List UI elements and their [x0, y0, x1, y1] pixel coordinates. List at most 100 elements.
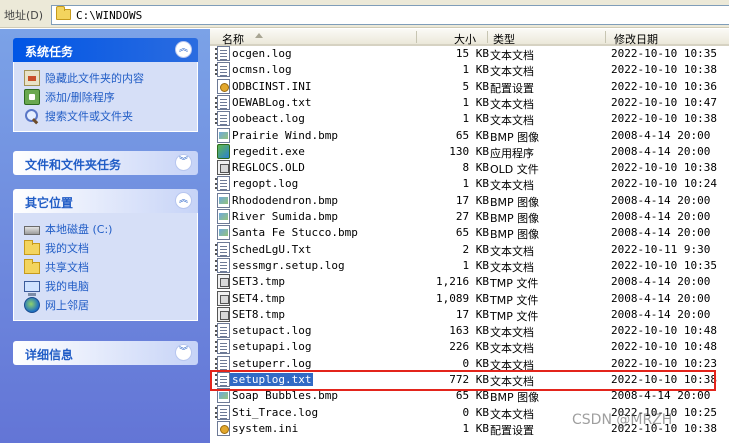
file-type: 文本文档 — [490, 358, 534, 372]
file-row[interactable]: setuplog.txt 772 KB 文本文档 2022-10-10 10:38 — [210, 372, 729, 388]
computer-icon — [24, 280, 40, 296]
file-row[interactable]: ocgen.log 15 KB 文本文档 2022-10-10 10:35 — [210, 46, 729, 62]
file-name: ocmsn.log — [232, 63, 292, 77]
file-type: 配置设置 — [490, 423, 534, 437]
file-row[interactable]: SchedLgU.Txt 2 KB 文本文档 2022-10-11 9:30 — [210, 241, 729, 258]
image-file-icon — [217, 209, 230, 224]
expand-chevron-icon[interactable]: ︾ — [175, 344, 192, 361]
file-row[interactable]: ODBCINST.INI 5 KB 配置设置 2022-10-10 10:36 — [210, 78, 729, 95]
file-folder-tasks-header[interactable]: 文件和文件夹任务 ︾ — [13, 151, 198, 175]
text-file-icon — [215, 339, 230, 355]
text-file-icon — [215, 404, 230, 420]
file-size: 1 KB — [462, 177, 490, 191]
file-row[interactable]: Rhododendron.bmp 17 KB BMP 图像 2008-4-14 20:… — [210, 192, 729, 209]
column-type[interactable]: 类型 — [493, 31, 515, 46]
file-name: Rhododendron.bmp — [232, 193, 338, 207]
file-name: system.ini — [232, 421, 299, 435]
place-shared-documents[interactable]: 共享文档 — [24, 257, 197, 276]
file-folder-tasks-group: 文件和文件夹任务 ︾ — [13, 151, 198, 175]
watermark: CSDN @MRZH — [572, 412, 673, 428]
file-row[interactable]: Santa Fe Stucco.bmp 65 KB BMP 图像 2008-4-14 … — [210, 225, 729, 241]
file-row[interactable]: setupapi.log 226 KB 文本文档 2022-10-10 10:48 — [210, 339, 729, 355]
file-name: Sti_Trace.log — [232, 405, 319, 419]
file-row[interactable]: setuperr.log 0 KB 文本文档 2022-10-10 10:23 — [210, 355, 729, 372]
file-name: setupact.log — [232, 324, 312, 338]
other-places-group: 其它位置 ︽ 本地磁盘 (C:) 我的文档 共享文档 我的电脑 网上邻居 — [13, 189, 198, 321]
file-name: Prairie Wind.bmp — [232, 128, 338, 142]
application-icon — [217, 143, 230, 159]
file-name: River Sumida.bmp — [232, 210, 338, 223]
place-local-disk[interactable]: 本地磁盘 (C:) — [24, 219, 197, 238]
task-hide-folder-contents[interactable]: 隐藏此文件夹的内容 — [24, 68, 197, 87]
drive-icon — [24, 226, 40, 235]
file-modified: 2008-4-14 20:00 — [611, 210, 711, 223]
file-row[interactable]: SET3.tmp 1,216 KB TMP 文件 2008-4-14 20:00 — [210, 274, 729, 290]
place-my-computer[interactable]: 我的电脑 — [24, 276, 197, 296]
file-size: 65 KB — [455, 128, 489, 142]
file-modified: 2022-10-10 10:38 — [611, 63, 717, 77]
file-row[interactable]: oobeact.log 1 KB 文本文档 2022-10-10 10:38 — [210, 111, 729, 127]
share-folder-icon — [24, 69, 40, 86]
file-name: Santa Fe Stucco.bmp — [232, 226, 358, 240]
file-row[interactable]: regedit.exe 130 KB 应用程序 2008-4-14 20:00 — [210, 143, 729, 160]
group-title: 文件和文件夹任务 — [25, 158, 122, 172]
file-modified: 2008-4-14 20:00 — [611, 307, 711, 321]
text-file-icon — [215, 241, 230, 257]
place-my-documents[interactable]: 我的文档 — [24, 238, 197, 257]
file-name: setupapi.log — [232, 340, 312, 354]
column-size[interactable]: 大小 — [454, 31, 476, 46]
other-places-header[interactable]: 其它位置 ︽ — [13, 189, 198, 213]
file-type: BMP 图像 — [490, 195, 540, 209]
add-remove-programs-icon — [24, 88, 40, 105]
file-modified: 2022-10-11 9:30 — [611, 242, 711, 256]
column-divider[interactable] — [487, 31, 488, 43]
task-label: 添加/删除程序 — [45, 90, 115, 104]
file-type: BMP 图像 — [490, 391, 540, 405]
task-search[interactable]: 搜索文件或文件夹 — [24, 106, 197, 125]
task-label: 共享文档 — [45, 260, 89, 274]
address-input[interactable]: C:\WINDOWS — [51, 5, 729, 25]
file-type: TMP 文件 — [490, 309, 539, 323]
task-add-remove-programs[interactable]: 添加/删除程序 — [24, 87, 197, 106]
file-row[interactable]: Soap Bubbles.bmp 65 KB BMP 图像 2008-4-14 20:… — [210, 388, 729, 404]
file-modified: 2008-4-14 20:00 — [611, 226, 711, 240]
file-row[interactable]: Prairie Wind.bmp 65 KB BMP 图像 2008-4-14 20:… — [210, 127, 729, 144]
file-row[interactable]: ocmsn.log 1 KB 文本文档 2022-10-10 10:38 — [210, 62, 729, 78]
file-type: 文本文档 — [490, 260, 534, 274]
file-type: OLD 文件 — [490, 163, 539, 177]
collapse-chevron-icon[interactable]: ︽ — [175, 41, 192, 58]
file-row[interactable]: SET4.tmp 1,089 KB TMP 文件 2008-4-14 20:00 — [210, 290, 729, 307]
system-tasks-header[interactable]: 系统任务 ︽ — [13, 38, 198, 62]
file-row[interactable]: OEWABLog.txt 1 KB 文本文档 2022-10-10 10:47 — [210, 94, 729, 111]
text-file-icon — [215, 111, 230, 127]
file-type: 文本文档 — [490, 114, 534, 128]
file-row[interactable]: REGLOCS.OLD 8 KB OLD 文件 2022-10-10 10:38 — [210, 160, 729, 176]
file-row[interactable]: SET8.tmp 17 KB TMP 文件 2008-4-14 20:00 — [210, 306, 729, 323]
file-size: 772 KB — [449, 373, 489, 386]
column-divider[interactable] — [416, 31, 417, 43]
file-size: 1 KB — [462, 421, 490, 435]
file-modified: 2008-4-14 20:00 — [611, 144, 711, 158]
column-modified[interactable]: 修改日期 — [614, 31, 658, 46]
collapse-chevron-icon[interactable]: ︽ — [175, 192, 192, 209]
file-name: Soap Bubbles.bmp — [232, 389, 338, 403]
file-row[interactable]: setupact.log 163 KB 文本文档 2022-10-10 10:48 — [210, 323, 729, 339]
column-divider[interactable] — [605, 31, 606, 43]
place-network[interactable]: 网上邻居 — [24, 295, 197, 314]
file-size: 1 KB — [462, 258, 490, 272]
file-row[interactable]: regopt.log 1 KB 文本文档 2022-10-10 10:24 — [210, 176, 729, 192]
expand-chevron-icon[interactable]: ︾ — [175, 154, 192, 171]
file-size: 8 KB — [462, 161, 490, 175]
task-pane: 系统任务 ︽ 隐藏此文件夹的内容 添加/删除程序 搜索文件或文件夹 文件和文件夹… — [0, 29, 210, 443]
file-row[interactable]: River Sumida.bmp 27 KB BMP 图像 2008-4-14 20:… — [210, 209, 729, 225]
file-type: TMP 文件 — [490, 277, 539, 291]
file-size: 15 KB — [455, 47, 489, 60]
file-size: 65 KB — [455, 226, 489, 240]
file-row[interactable]: sessmgr.setup.log 1 KB 文本文档 2022-10-10 10:3… — [210, 257, 729, 274]
details-header[interactable]: 详细信息 ︾ — [13, 341, 198, 365]
text-file-icon — [215, 176, 230, 192]
file-type: 文本文档 — [490, 97, 534, 111]
file-type: 文本文档 — [490, 375, 534, 388]
column-name[interactable]: 名称 — [222, 31, 244, 46]
details-group: 详细信息 ︾ — [13, 341, 198, 365]
